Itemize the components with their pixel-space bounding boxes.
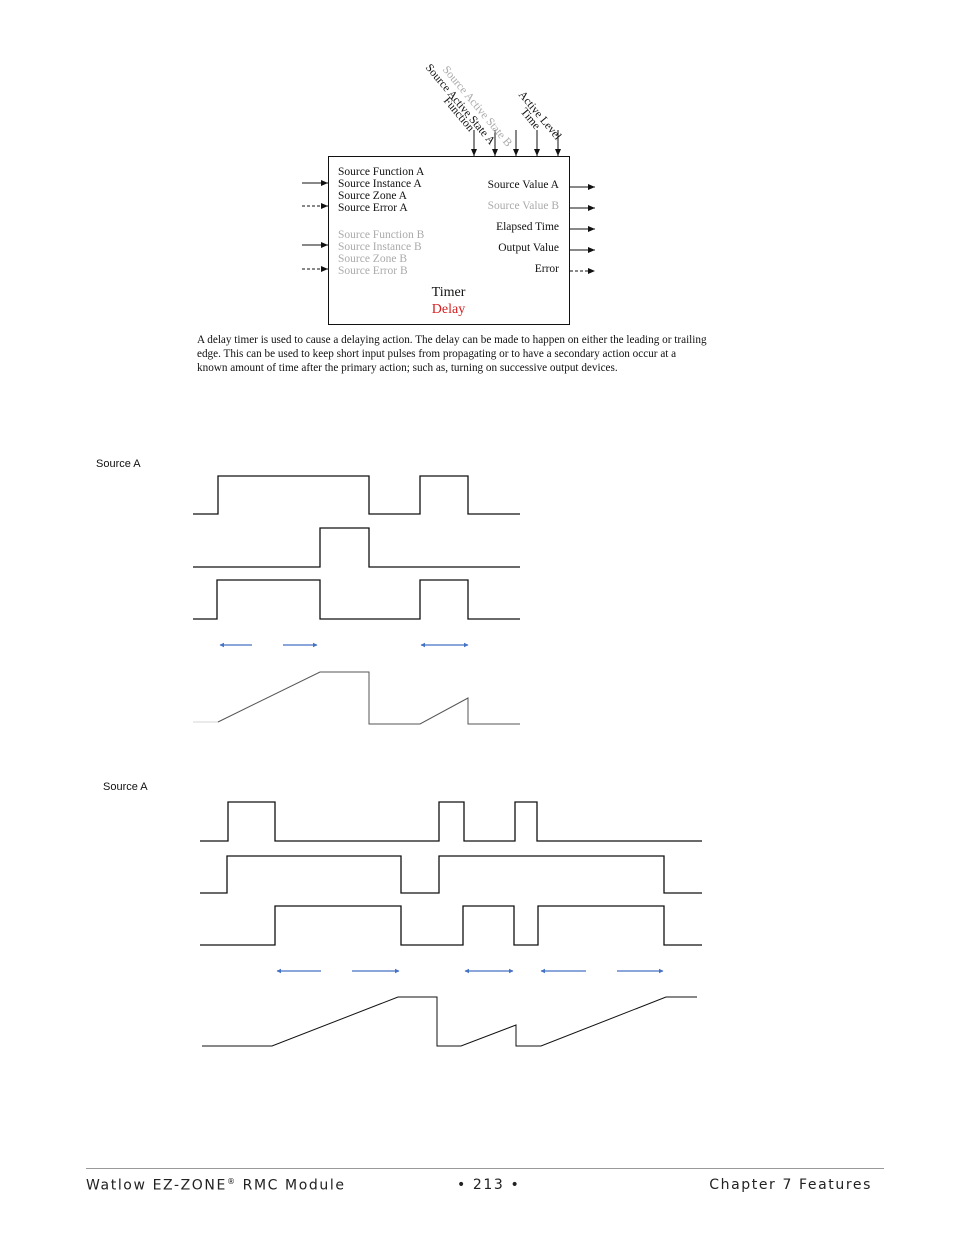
footer-product-name: Watlow EZ-ZONE [86, 1177, 227, 1194]
block-subtitle: Delay [431, 302, 466, 317]
input-source-instance-b: Source Instance B [338, 241, 422, 253]
footer-module: RMC Module [236, 1177, 346, 1194]
input-source-zone-b: Source Zone B [338, 253, 407, 265]
input-source-error-b: Source Error B [338, 265, 408, 277]
left-input-arrows [302, 180, 328, 272]
input-source-function-b: Source Function B [338, 229, 425, 241]
diagram2-waves [200, 801, 702, 1047]
input-source-function-a: Source Function A [338, 166, 425, 178]
block-title: Timer [431, 285, 466, 300]
output-elapsed-time: Elapsed Time [496, 221, 559, 233]
output-error: Error [534, 263, 559, 275]
input-source-zone-a: Source Zone A [338, 190, 407, 202]
footer-page-number: • 213 • [457, 1177, 521, 1193]
diagram1-label: Source A [96, 458, 141, 470]
description: A delay timer is used to cause a delayin… [197, 334, 707, 374]
output-output-value: Output Value [498, 242, 559, 254]
input-source-instance-a: Source Instance A [338, 178, 422, 190]
input-source-error-a: Source Error A [338, 202, 408, 214]
diagram1-waves [193, 475, 520, 725]
page: Source Active State B Source Active Stat… [0, 0, 954, 1235]
output-source-value-b: Source Value B [487, 200, 559, 212]
output-arrows [570, 184, 595, 274]
registered-mark: ® [226, 1177, 237, 1186]
diagram2-label: Source A [103, 781, 148, 793]
footer-chapter: Chapter 7 Features [709, 1177, 872, 1193]
output-source-value-a: Source Value A [487, 179, 559, 191]
diagrams [86, 130, 884, 1169]
footer-product: Watlow EZ-ZONE® RMC Module [86, 1177, 346, 1194]
